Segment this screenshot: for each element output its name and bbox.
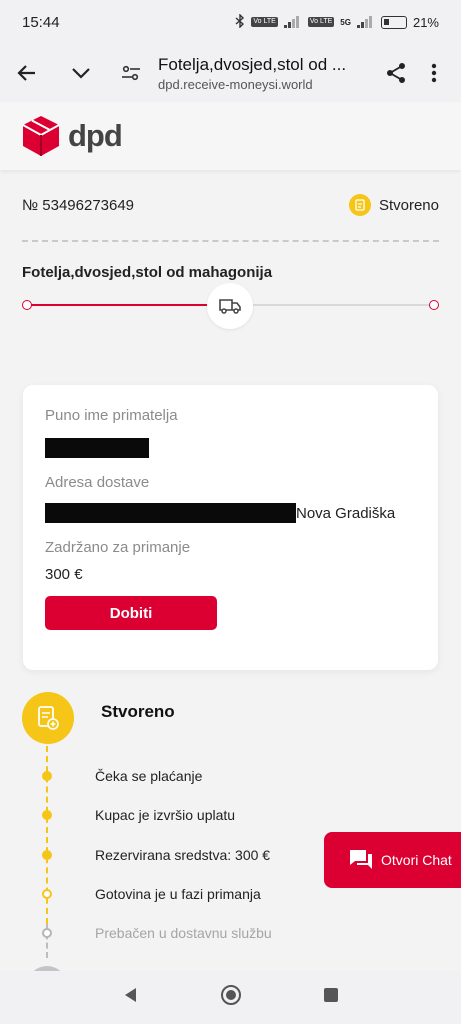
back-button[interactable] — [8, 54, 46, 92]
signal-a-icon — [283, 16, 302, 28]
chat-icon — [350, 850, 372, 869]
web-page: dpd № 53496273649 Stvoreno Fotelja,dvosj… — [0, 102, 461, 971]
address-row: Nova Gradiška — [45, 503, 416, 523]
timeline-step: Gotovina je u fazi primanja — [22, 886, 261, 902]
expand-button[interactable] — [62, 54, 100, 92]
chat-label: Otvori Chat — [381, 852, 452, 868]
shipment-progress — [22, 283, 439, 329]
product-name: Fotelja,dvosjed,stol od mahagonija — [22, 264, 273, 281]
document-status-icon — [348, 194, 371, 216]
step-label: Čeka se plaćanje — [95, 768, 203, 784]
share-button[interactable] — [377, 54, 415, 92]
status-time: 15:44 — [22, 13, 60, 31]
timeline-title: Stvoreno — [101, 702, 175, 721]
network-type: 5G — [340, 17, 351, 27]
divider — [22, 240, 439, 242]
address-redacted — [45, 503, 296, 523]
more-vert-icon — [431, 63, 437, 83]
brand-name: dpd — [68, 118, 123, 153]
status-bar: 15:44 Vo LTE Vo LTE 5G 21% — [0, 0, 461, 44]
created-document-icon — [22, 692, 74, 744]
brand-header: dpd — [0, 102, 461, 170]
progress-fill — [26, 304, 216, 306]
square-recents-icon — [323, 988, 338, 1002]
step-current-dot — [42, 889, 52, 899]
tracking-row: № 53496273649 Stvoreno — [22, 194, 439, 216]
triangle-back-icon — [124, 988, 136, 1002]
progress-track — [232, 304, 435, 306]
status-badge: Stvoreno — [348, 194, 439, 216]
more-options-button[interactable] — [415, 54, 453, 92]
delivery-card: Puno ime primatelja Adresa dostave Nova … — [23, 385, 438, 670]
step-done-dot — [42, 771, 52, 781]
system-nav-bar — [0, 971, 461, 1024]
held-label: Zadržano za primanje — [45, 539, 191, 556]
bluetooth-icon — [235, 12, 245, 31]
step-pending-dot — [42, 928, 52, 938]
timeline-step: Prebačen u dostavnu službu — [22, 925, 272, 941]
step-label: Prebačen u dostavnu službu — [95, 925, 272, 941]
progress-end-dot — [429, 300, 439, 310]
step-label: Kupac je izvršio uplatu — [95, 807, 236, 823]
volte-b-badge: Vo LTE — [307, 17, 335, 27]
nav-recents-button[interactable] — [322, 986, 340, 1009]
chevron-down-icon — [72, 68, 90, 79]
timeline-step: Čeka se plaćanje — [22, 768, 202, 784]
url-block[interactable]: Fotelja,dvosjed,stol od ... dpd.receive-… — [158, 55, 371, 92]
receive-button[interactable]: Dobiti — [45, 596, 217, 630]
signal-b-icon — [356, 16, 375, 28]
tune-icon — [122, 65, 140, 81]
back-arrow-icon — [17, 65, 35, 81]
page-domain: dpd.receive-moneysi.world — [158, 76, 313, 92]
recipient-redacted — [45, 438, 149, 458]
recipient-label: Puno ime primatelja — [45, 407, 178, 424]
step-done-dot — [42, 810, 52, 820]
share-icon — [387, 63, 405, 83]
status-icons: Vo LTE Vo LTE 5G 21% — [235, 12, 439, 31]
volte-a-badge: Vo LTE — [251, 17, 278, 27]
nav-back-button[interactable] — [122, 986, 140, 1009]
held-value: 300 € — [45, 566, 83, 583]
browser-toolbar: Fotelja,dvosjed,stol od ... dpd.receive-… — [0, 44, 461, 102]
battery-level: 21% — [412, 14, 439, 30]
truck-icon — [207, 283, 253, 329]
address-city: Nova Gradiška — [296, 504, 396, 522]
nav-home-button[interactable] — [220, 984, 242, 1011]
progress-start-dot — [22, 300, 32, 310]
timeline-step: Rezervirana sredstva: 300 € — [22, 847, 270, 863]
step-done-dot — [42, 850, 52, 860]
battery-icon — [380, 15, 407, 29]
timeline-step: Kupac je izvršio uplatu — [22, 807, 235, 823]
address-label: Adresa dostave — [45, 474, 150, 491]
dpd-cube-logo — [22, 116, 60, 156]
circle-home-icon — [220, 985, 241, 1005]
tracking-number: № 53496273649 — [22, 196, 135, 214]
page-title: Fotelja,dvosjed,stol od ... — [158, 54, 347, 74]
site-settings-button[interactable] — [112, 54, 150, 92]
step-label: Gotovina je u fazi primanja — [95, 886, 261, 902]
open-chat-button[interactable]: Otvori Chat — [324, 832, 461, 888]
status-text: Stvoreno — [378, 196, 439, 214]
step-label: Rezervirana sredstva: 300 € — [95, 847, 271, 863]
